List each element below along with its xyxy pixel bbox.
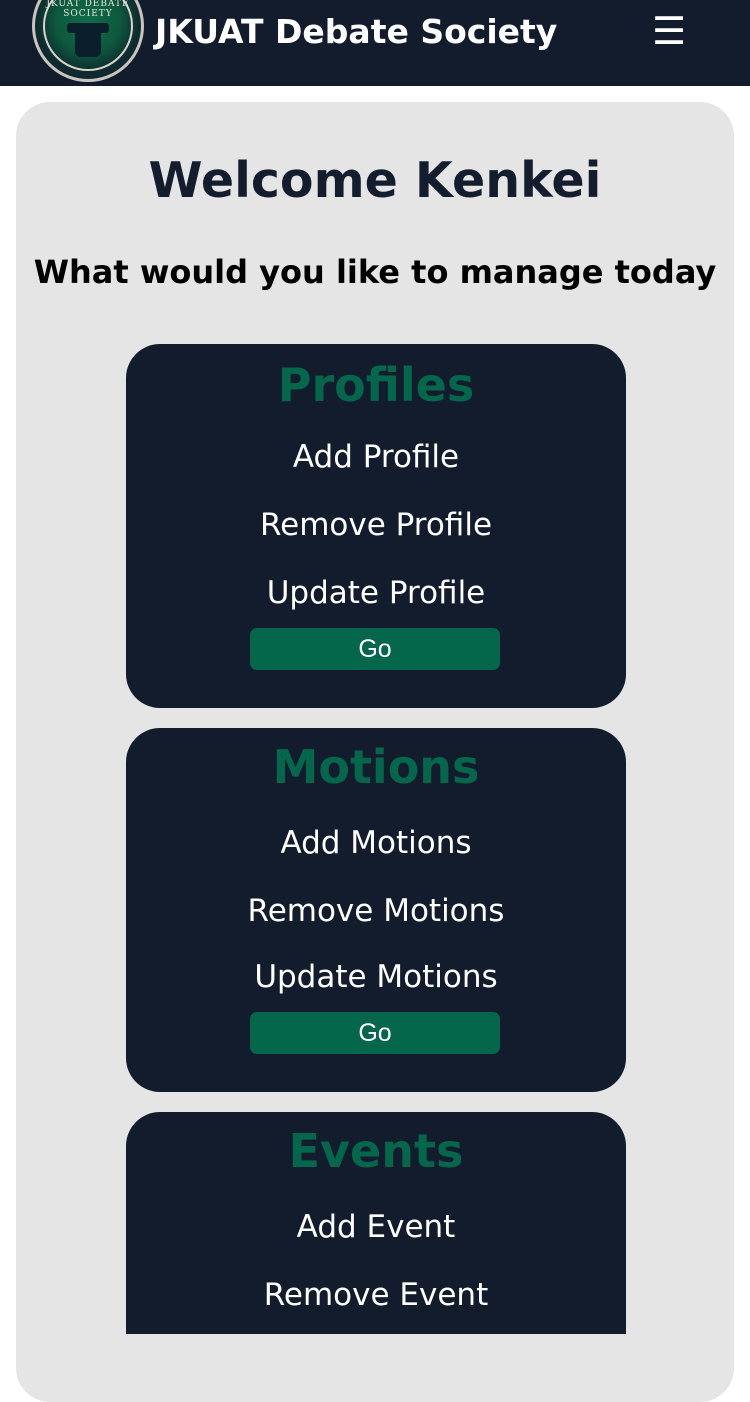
add-event-link[interactable]: Add Event: [126, 1209, 626, 1245]
top-navbar: JKUAT DEBATE SOCIETY JKUAT Debate Societ…: [0, 0, 750, 86]
welcome-heading: Welcome Kenkei: [148, 152, 602, 209]
remove-profile-link[interactable]: Remove Profile: [126, 507, 626, 543]
card-title-events: Events: [288, 1124, 464, 1178]
site-title[interactable]: JKUAT Debate Society: [155, 12, 557, 51]
society-logo[interactable]: JKUAT DEBATE SOCIETY: [32, 0, 144, 82]
motions-go-button[interactable]: Go: [250, 1012, 500, 1054]
logo-podium: [75, 31, 101, 57]
card-title-motions: Motions: [272, 740, 480, 794]
remove-event-link[interactable]: Remove Event: [126, 1277, 626, 1313]
update-profile-link[interactable]: Update Profile: [126, 575, 626, 611]
events-card: Events Add Event Remove Event: [126, 1112, 626, 1334]
profiles-go-button[interactable]: Go: [250, 628, 500, 670]
add-profile-link[interactable]: Add Profile: [126, 439, 626, 475]
logo-text: JKUAT DEBATE SOCIETY: [46, 0, 130, 19]
update-motions-link[interactable]: Update Motions: [126, 959, 626, 995]
add-motions-link[interactable]: Add Motions: [126, 825, 626, 861]
motions-card: Motions Add Motions Remove Motions Updat…: [126, 728, 626, 1092]
manage-subtitle: What would you like to manage today: [33, 253, 717, 291]
card-title-profiles: Profiles: [277, 358, 475, 412]
hamburger-menu-icon[interactable]: ☰: [650, 10, 688, 52]
profiles-card: Profiles Add Profile Remove Profile Upda…: [126, 344, 626, 708]
remove-motions-link[interactable]: Remove Motions: [126, 893, 626, 929]
